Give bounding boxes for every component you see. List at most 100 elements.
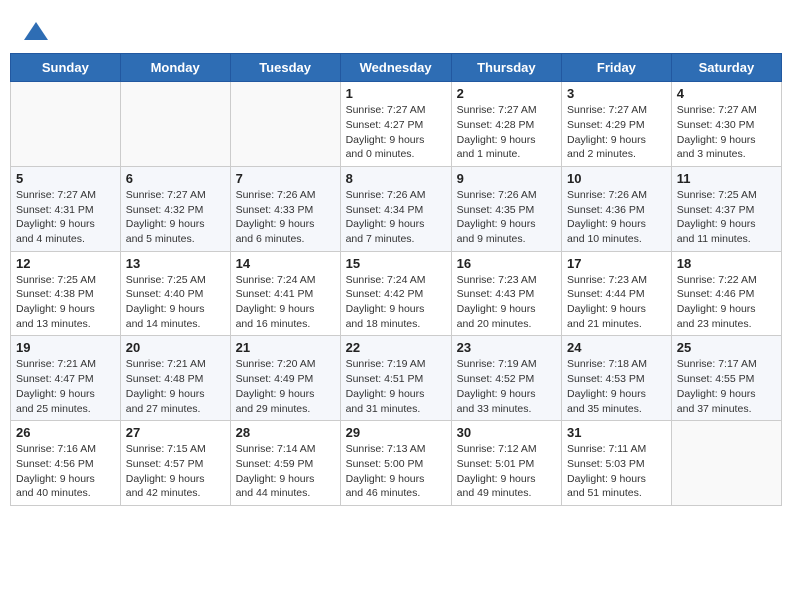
- page-header: [10, 10, 782, 53]
- day-info: Sunrise: 7:23 AM Sunset: 4:43 PM Dayligh…: [457, 273, 556, 332]
- day-info: Sunrise: 7:27 AM Sunset: 4:31 PM Dayligh…: [16, 188, 115, 247]
- weekday-header-cell: Tuesday: [230, 54, 340, 82]
- day-info: Sunrise: 7:27 AM Sunset: 4:30 PM Dayligh…: [677, 103, 776, 162]
- calendar-cell: 12 Sunrise: 7:25 AM Sunset: 4:38 PM Dayli…: [11, 251, 121, 336]
- calendar-cell: 13 Sunrise: 7:25 AM Sunset: 4:40 PM Dayli…: [120, 251, 230, 336]
- calendar-cell: [671, 421, 781, 506]
- day-number: 15: [346, 256, 446, 271]
- day-info: Sunrise: 7:27 AM Sunset: 4:27 PM Dayligh…: [346, 103, 446, 162]
- day-info: Sunrise: 7:26 AM Sunset: 4:33 PM Dayligh…: [236, 188, 335, 247]
- day-info: Sunrise: 7:21 AM Sunset: 4:48 PM Dayligh…: [126, 357, 225, 416]
- day-number: 6: [126, 171, 225, 186]
- day-number: 26: [16, 425, 115, 440]
- logo: [20, 18, 50, 47]
- day-number: 30: [457, 425, 556, 440]
- day-number: 21: [236, 340, 335, 355]
- day-number: 25: [677, 340, 776, 355]
- calendar-cell: 29 Sunrise: 7:13 AM Sunset: 5:00 PM Dayli…: [340, 421, 451, 506]
- weekday-header-cell: Saturday: [671, 54, 781, 82]
- calendar-cell: 16 Sunrise: 7:23 AM Sunset: 4:43 PM Dayli…: [451, 251, 561, 336]
- calendar-cell: 22 Sunrise: 7:19 AM Sunset: 4:51 PM Dayli…: [340, 336, 451, 421]
- calendar-cell: 30 Sunrise: 7:12 AM Sunset: 5:01 PM Dayli…: [451, 421, 561, 506]
- day-info: Sunrise: 7:15 AM Sunset: 4:57 PM Dayligh…: [126, 442, 225, 501]
- calendar-cell: 5 Sunrise: 7:27 AM Sunset: 4:31 PM Daylig…: [11, 166, 121, 251]
- calendar-cell: 17 Sunrise: 7:23 AM Sunset: 4:44 PM Dayli…: [562, 251, 672, 336]
- weekday-header-cell: Friday: [562, 54, 672, 82]
- calendar-table: SundayMondayTuesdayWednesdayThursdayFrid…: [10, 53, 782, 506]
- calendar-cell: 2Sunrise: 7:27 AM Sunset: 4:28 PM Daylig…: [451, 82, 561, 167]
- day-number: 24: [567, 340, 666, 355]
- calendar-week-row: 12 Sunrise: 7:25 AM Sunset: 4:38 PM Dayli…: [11, 251, 782, 336]
- day-number: 10: [567, 171, 666, 186]
- calendar-cell: 7 Sunrise: 7:26 AM Sunset: 4:33 PM Daylig…: [230, 166, 340, 251]
- calendar-cell: 3 Sunrise: 7:27 AM Sunset: 4:29 PM Daylig…: [562, 82, 672, 167]
- day-info: Sunrise: 7:19 AM Sunset: 4:51 PM Dayligh…: [346, 357, 446, 416]
- day-info: Sunrise: 7:26 AM Sunset: 4:36 PM Dayligh…: [567, 188, 666, 247]
- calendar-week-row: 19Sunrise: 7:21 AM Sunset: 4:47 PM Dayli…: [11, 336, 782, 421]
- calendar-week-row: 26 Sunrise: 7:16 AM Sunset: 4:56 PM Dayli…: [11, 421, 782, 506]
- calendar-cell: 28Sunrise: 7:14 AM Sunset: 4:59 PM Dayli…: [230, 421, 340, 506]
- day-info: Sunrise: 7:24 AM Sunset: 4:42 PM Dayligh…: [346, 273, 446, 332]
- calendar-cell: 1 Sunrise: 7:27 AM Sunset: 4:27 PM Daylig…: [340, 82, 451, 167]
- day-info: Sunrise: 7:12 AM Sunset: 5:01 PM Dayligh…: [457, 442, 556, 501]
- day-number: 16: [457, 256, 556, 271]
- calendar-cell: 19Sunrise: 7:21 AM Sunset: 4:47 PM Dayli…: [11, 336, 121, 421]
- day-info: Sunrise: 7:25 AM Sunset: 4:38 PM Dayligh…: [16, 273, 115, 332]
- day-number: 11: [677, 171, 776, 186]
- day-info: Sunrise: 7:25 AM Sunset: 4:40 PM Dayligh…: [126, 273, 225, 332]
- calendar-cell: 20 Sunrise: 7:21 AM Sunset: 4:48 PM Dayli…: [120, 336, 230, 421]
- day-number: 9: [457, 171, 556, 186]
- day-number: 20: [126, 340, 225, 355]
- day-number: 7: [236, 171, 335, 186]
- calendar-cell: [11, 82, 121, 167]
- calendar-cell: 9 Sunrise: 7:26 AM Sunset: 4:35 PM Daylig…: [451, 166, 561, 251]
- day-info: Sunrise: 7:27 AM Sunset: 4:28 PM Dayligh…: [457, 103, 556, 162]
- day-number: 14: [236, 256, 335, 271]
- day-info: Sunrise: 7:13 AM Sunset: 5:00 PM Dayligh…: [346, 442, 446, 501]
- day-info: Sunrise: 7:11 AM Sunset: 5:03 PM Dayligh…: [567, 442, 666, 501]
- day-info: Sunrise: 7:27 AM Sunset: 4:29 PM Dayligh…: [567, 103, 666, 162]
- day-number: 19: [16, 340, 115, 355]
- weekday-header-cell: Wednesday: [340, 54, 451, 82]
- calendar-cell: 31 Sunrise: 7:11 AM Sunset: 5:03 PM Dayli…: [562, 421, 672, 506]
- calendar-cell: [120, 82, 230, 167]
- calendar-cell: 4 Sunrise: 7:27 AM Sunset: 4:30 PM Daylig…: [671, 82, 781, 167]
- day-info: Sunrise: 7:26 AM Sunset: 4:34 PM Dayligh…: [346, 188, 446, 247]
- day-info: Sunrise: 7:26 AM Sunset: 4:35 PM Dayligh…: [457, 188, 556, 247]
- day-number: 29: [346, 425, 446, 440]
- day-number: 23: [457, 340, 556, 355]
- weekday-header-cell: Sunday: [11, 54, 121, 82]
- calendar-cell: 14 Sunrise: 7:24 AM Sunset: 4:41 PM Dayli…: [230, 251, 340, 336]
- day-number: 28: [236, 425, 335, 440]
- calendar-cell: 18 Sunrise: 7:22 AM Sunset: 4:46 PM Dayli…: [671, 251, 781, 336]
- calendar-cell: 6 Sunrise: 7:27 AM Sunset: 4:32 PM Daylig…: [120, 166, 230, 251]
- day-number: 4: [677, 86, 776, 101]
- day-info: Sunrise: 7:22 AM Sunset: 4:46 PM Dayligh…: [677, 273, 776, 332]
- day-info: Sunrise: 7:23 AM Sunset: 4:44 PM Dayligh…: [567, 273, 666, 332]
- day-number: 17: [567, 256, 666, 271]
- weekday-header-cell: Thursday: [451, 54, 561, 82]
- calendar-cell: 26 Sunrise: 7:16 AM Sunset: 4:56 PM Dayli…: [11, 421, 121, 506]
- day-number: 1: [346, 86, 446, 101]
- day-number: 13: [126, 256, 225, 271]
- calendar-cell: 23Sunrise: 7:19 AM Sunset: 4:52 PM Dayli…: [451, 336, 561, 421]
- calendar-week-row: 5 Sunrise: 7:27 AM Sunset: 4:31 PM Daylig…: [11, 166, 782, 251]
- day-number: 22: [346, 340, 446, 355]
- logo-icon: [22, 18, 50, 46]
- weekday-header-row: SundayMondayTuesdayWednesdayThursdayFrid…: [11, 54, 782, 82]
- day-number: 3: [567, 86, 666, 101]
- day-info: Sunrise: 7:18 AM Sunset: 4:53 PM Dayligh…: [567, 357, 666, 416]
- day-info: Sunrise: 7:16 AM Sunset: 4:56 PM Dayligh…: [16, 442, 115, 501]
- calendar-cell: [230, 82, 340, 167]
- day-info: Sunrise: 7:20 AM Sunset: 4:49 PM Dayligh…: [236, 357, 335, 416]
- day-number: 31: [567, 425, 666, 440]
- calendar-cell: 15 Sunrise: 7:24 AM Sunset: 4:42 PM Dayli…: [340, 251, 451, 336]
- day-number: 8: [346, 171, 446, 186]
- day-number: 5: [16, 171, 115, 186]
- calendar-cell: 27 Sunrise: 7:15 AM Sunset: 4:57 PM Dayli…: [120, 421, 230, 506]
- day-number: 12: [16, 256, 115, 271]
- day-info: Sunrise: 7:27 AM Sunset: 4:32 PM Dayligh…: [126, 188, 225, 247]
- day-number: 27: [126, 425, 225, 440]
- day-info: Sunrise: 7:24 AM Sunset: 4:41 PM Dayligh…: [236, 273, 335, 332]
- day-number: 18: [677, 256, 776, 271]
